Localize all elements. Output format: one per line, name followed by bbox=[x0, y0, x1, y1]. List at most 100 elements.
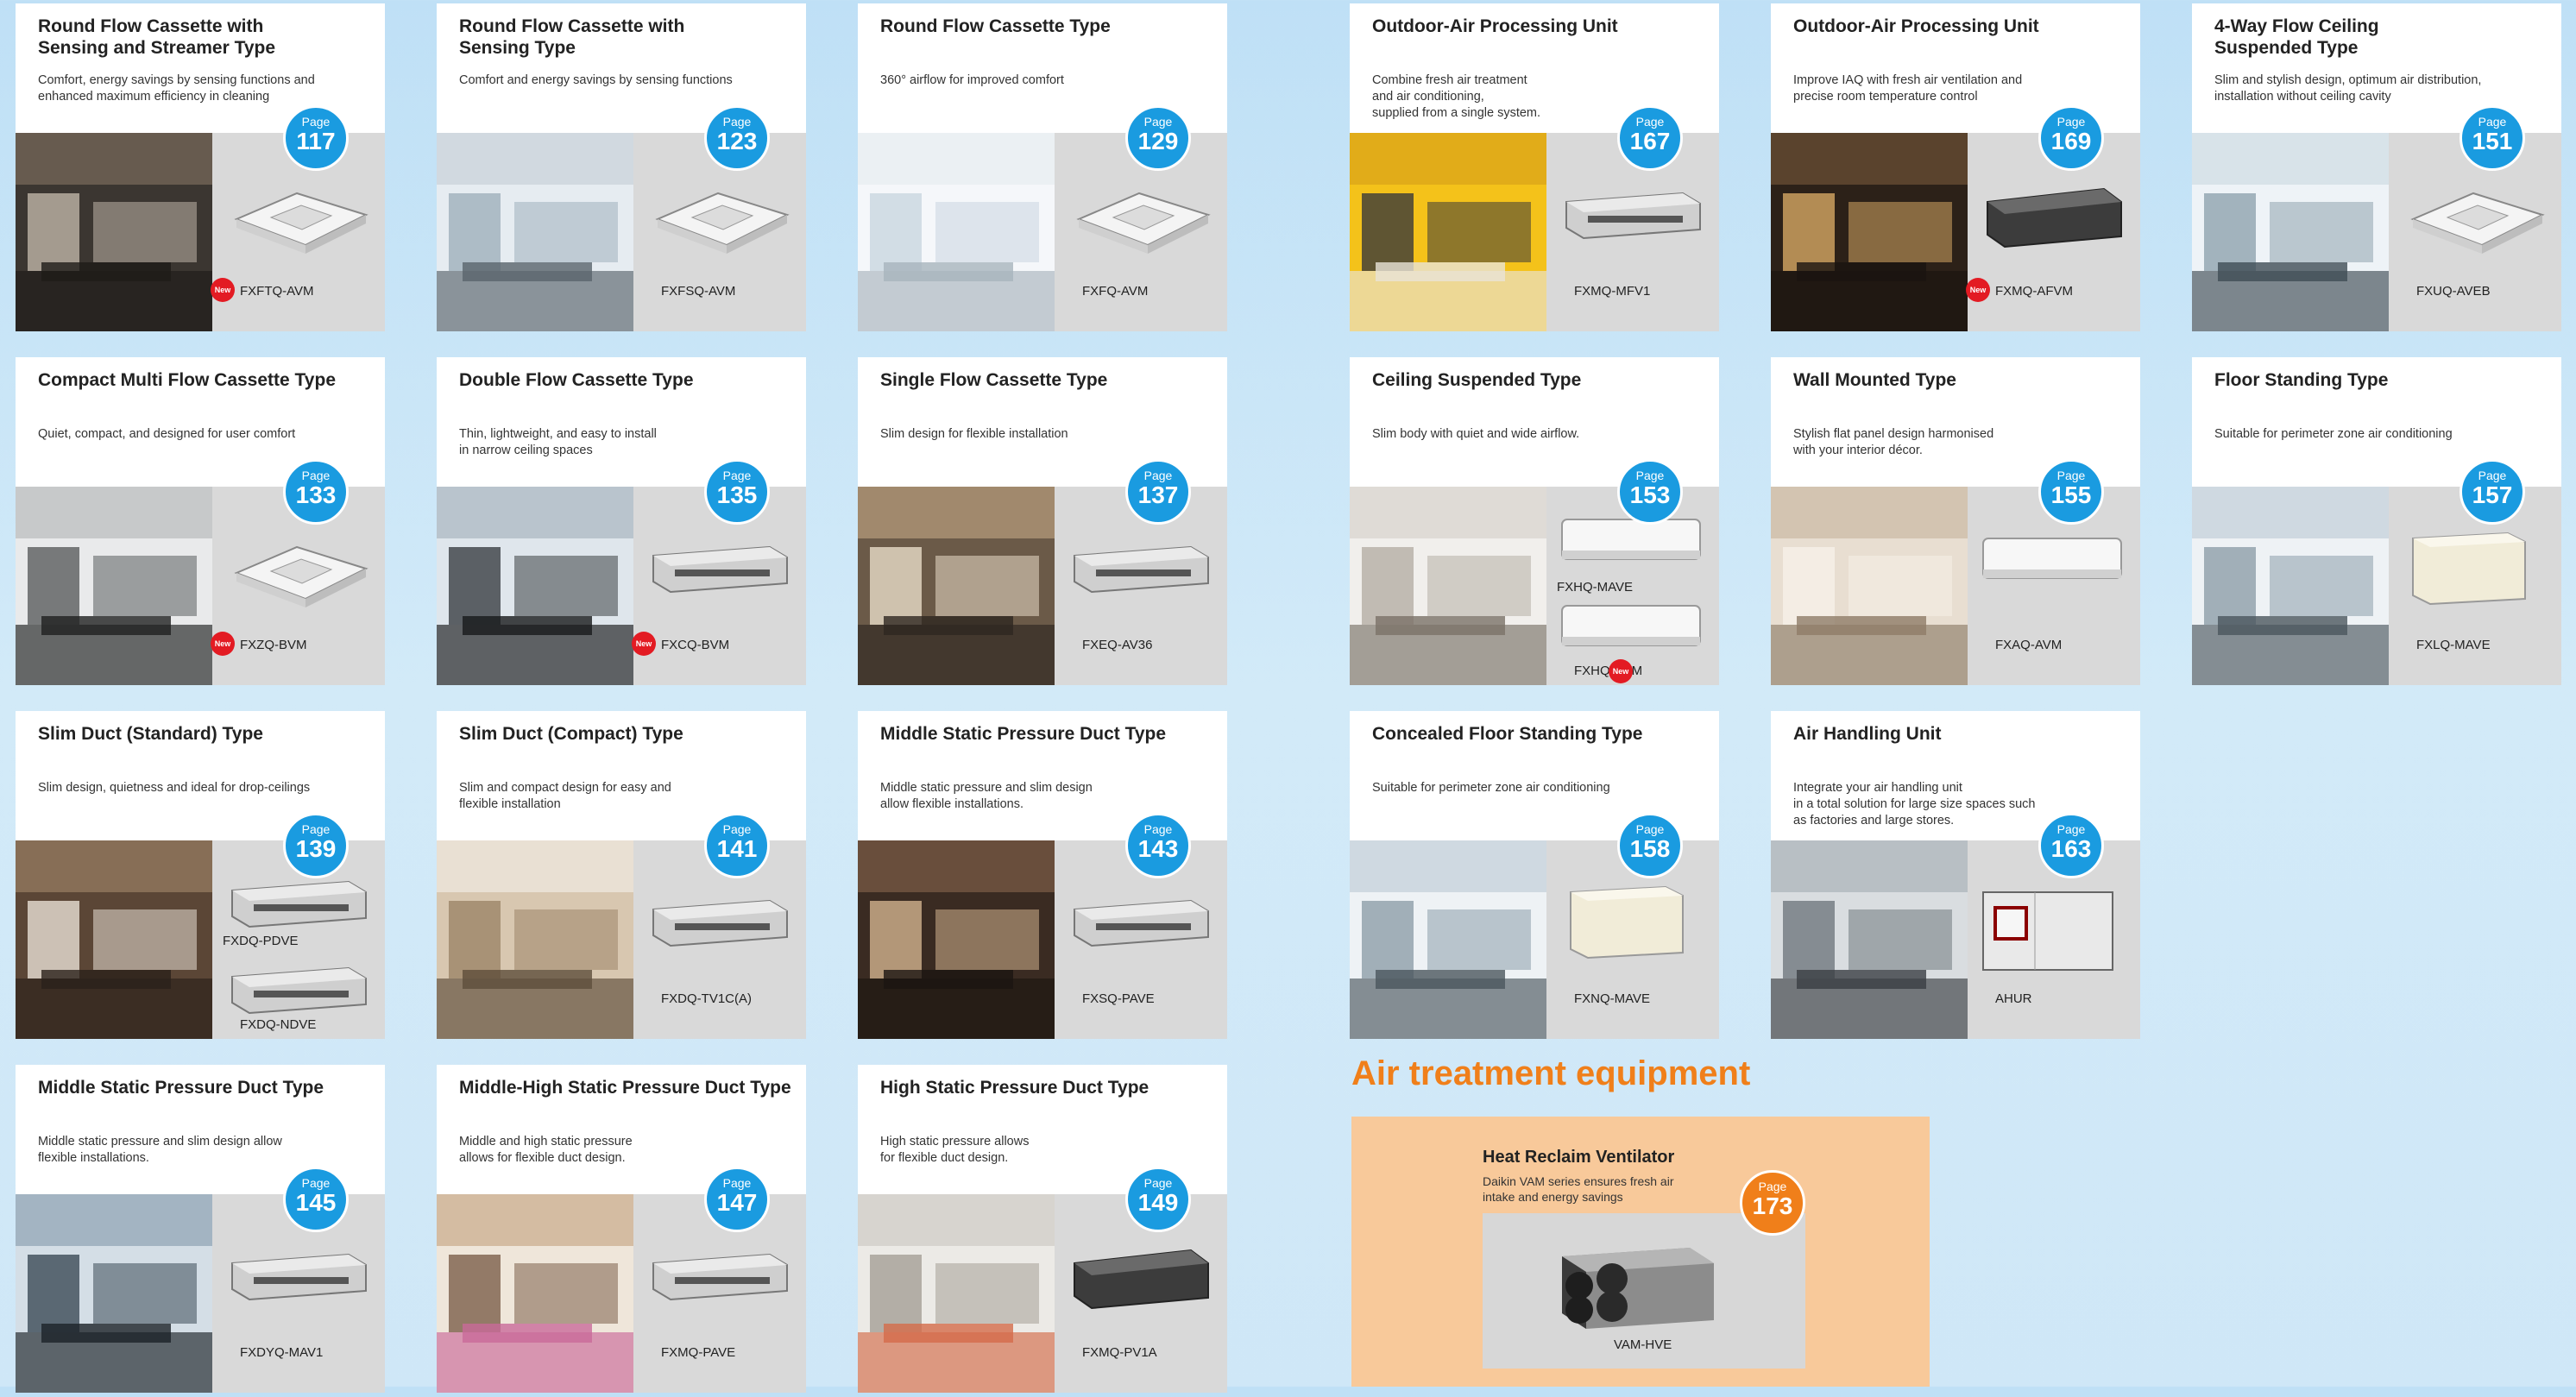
page-label: Page bbox=[722, 822, 752, 836]
page-badge[interactable]: Page 155 bbox=[2038, 459, 2104, 525]
page-badge[interactable]: Page 173 bbox=[1740, 1170, 1805, 1236]
page-badge[interactable]: Page 153 bbox=[1617, 459, 1683, 525]
installation-photo bbox=[1771, 840, 1968, 1039]
model-name: FXDYQ-MAV1 bbox=[240, 1345, 324, 1360]
product-unit-image bbox=[640, 875, 796, 957]
page-label: Page bbox=[1635, 822, 1665, 836]
page-badge[interactable]: Page 158 bbox=[1617, 813, 1683, 878]
product-card[interactable]: 4-Way Flow Ceiling Suspended Type Slim a… bbox=[2192, 3, 2561, 331]
new-badge: New bbox=[211, 278, 235, 302]
installation-photo bbox=[858, 487, 1055, 685]
page-label: Page bbox=[2056, 115, 2086, 129]
page-number: 141 bbox=[716, 835, 758, 862]
card-title: Slim Duct (Standard) Type bbox=[38, 724, 263, 744]
product-card[interactable]: High Static Pressure Duct Type High stat… bbox=[858, 1065, 1227, 1393]
model-name: FXAQ-AVM bbox=[1995, 638, 2063, 652]
page-number: 151 bbox=[2472, 128, 2513, 154]
page-badge[interactable]: Page 167 bbox=[1617, 105, 1683, 171]
product-card[interactable]: Double Flow Cassette Type Thin, lightwei… bbox=[437, 357, 806, 685]
card-title: Compact Multi Flow Cassette Type bbox=[38, 370, 336, 390]
new-badge: New bbox=[632, 632, 656, 656]
product-card[interactable]: Middle-High Static Pressure Duct Type Mi… bbox=[437, 1065, 806, 1393]
model-name: FXFSQ-AVM bbox=[661, 284, 736, 299]
model-name: FXDQ-TV1C(A) bbox=[661, 991, 752, 1006]
model-name: FXEQ-AV36 bbox=[1082, 638, 1153, 652]
product-card[interactable]: Air Handling Unit Integrate your air han… bbox=[1771, 711, 2140, 1039]
product-card[interactable]: Concealed Floor Standing Type Suitable f… bbox=[1350, 711, 1719, 1039]
model-name: FXFTQ-AVM bbox=[240, 284, 314, 299]
product-card[interactable]: Middle Static Pressure Duct Type Middle … bbox=[858, 711, 1227, 1039]
card-description: Middle static pressure and slim design a… bbox=[38, 1135, 282, 1165]
page-badge[interactable]: Page 129 bbox=[1125, 105, 1191, 171]
model-name: FXHQ-MAVE bbox=[1557, 580, 1634, 595]
product-card[interactable]: Round Flow Cassette with Sensing Type Co… bbox=[437, 3, 806, 331]
card-description: Comfort and energy savings by sensing fu… bbox=[459, 73, 733, 87]
card-title: Wall Mounted Type bbox=[1793, 370, 1956, 390]
page-number: 135 bbox=[716, 481, 758, 508]
card-description: Daikin VAM series ensures fresh air inta… bbox=[1483, 1174, 1674, 1204]
page-badge[interactable]: Page 135 bbox=[704, 459, 770, 525]
installation-photo bbox=[437, 1194, 633, 1393]
product-card[interactable]: Slim Duct (Compact) Type Slim and compac… bbox=[437, 711, 806, 1039]
card-title: Round Flow Cassette with Sensing Type bbox=[459, 16, 685, 58]
page-number: 157 bbox=[2472, 481, 2513, 508]
product-card[interactable]: Floor Standing Type Suitable for perimet… bbox=[2192, 357, 2561, 685]
card-description: High static pressure allows for flexible… bbox=[880, 1135, 1030, 1165]
product-card[interactable]: Slim Duct (Standard) Type Slim design, q… bbox=[16, 711, 385, 1039]
page-number: 117 bbox=[296, 128, 336, 154]
heat-reclaim-ventilator-card[interactable]: Heat Reclaim Ventilator Daikin VAM serie… bbox=[1351, 1117, 1930, 1387]
card-title: Concealed Floor Standing Type bbox=[1372, 724, 1643, 744]
page-number: 167 bbox=[1629, 128, 1671, 154]
card-description: Thin, lightweight, and easy to install i… bbox=[459, 427, 657, 457]
page-number: 139 bbox=[295, 835, 337, 862]
page-badge[interactable]: Page 117 bbox=[283, 105, 349, 171]
page-badge[interactable]: Page 147 bbox=[704, 1167, 770, 1232]
product-unit-image bbox=[219, 521, 375, 620]
page-badge[interactable]: Page 139 bbox=[283, 813, 349, 878]
product-card[interactable]: Compact Multi Flow Cassette Type Quiet, … bbox=[16, 357, 385, 685]
card-title: Round Flow Cassette with Sensing and Str… bbox=[38, 16, 276, 58]
product-unit-image bbox=[2396, 521, 2534, 612]
page-label: Page bbox=[1143, 469, 1173, 482]
product-card[interactable]: Single Flow Cassette Type Slim design fo… bbox=[858, 357, 1227, 685]
page-label: Page bbox=[1143, 822, 1173, 836]
installation-photo bbox=[16, 133, 212, 331]
page-badge[interactable]: Page 143 bbox=[1125, 813, 1191, 878]
product-card[interactable]: Outdoor-Air Processing Unit Improve IAQ … bbox=[1771, 3, 2140, 331]
page-badge[interactable]: Page 133 bbox=[283, 459, 349, 525]
product-unit-image bbox=[1553, 167, 1709, 249]
product-card[interactable]: Round Flow Cassette Type 360° airflow fo… bbox=[858, 3, 1227, 331]
page-label: Page bbox=[2056, 822, 2086, 836]
installation-photo bbox=[858, 840, 1055, 1039]
card-title: Slim Duct (Compact) Type bbox=[459, 724, 683, 744]
page-label: Page bbox=[1635, 469, 1665, 482]
product-card[interactable]: Wall Mounted Type Stylish flat panel des… bbox=[1771, 357, 2140, 685]
card-title: Air Handling Unit bbox=[1793, 724, 1942, 744]
page-badge[interactable]: Page 151 bbox=[2459, 105, 2525, 171]
page-badge[interactable]: Page 149 bbox=[1125, 1167, 1191, 1232]
model-name: AHUR bbox=[1995, 991, 2032, 1006]
page-label: Page bbox=[722, 115, 752, 129]
new-badge: New bbox=[1966, 278, 1990, 302]
page-badge[interactable]: Page 145 bbox=[283, 1167, 349, 1232]
product-card[interactable]: Round Flow Cassette with Sensing and Str… bbox=[16, 3, 385, 331]
page-badge[interactable]: Page 169 bbox=[2038, 105, 2104, 171]
page-label: Page bbox=[1143, 115, 1173, 129]
page-badge[interactable]: Page 137 bbox=[1125, 459, 1191, 525]
product-card[interactable]: Ceiling Suspended Type Slim body with qu… bbox=[1350, 357, 1719, 685]
product-card[interactable]: Outdoor-Air Processing Unit Combine fres… bbox=[1350, 3, 1719, 331]
product-unit-image bbox=[1975, 875, 2130, 983]
page-label: Page bbox=[2056, 469, 2086, 482]
card-description: Stylish flat panel design harmonised wit… bbox=[1793, 427, 1994, 457]
page-number: 123 bbox=[716, 128, 758, 154]
page-badge[interactable]: Page 163 bbox=[2038, 813, 2104, 878]
product-unit-image bbox=[219, 1229, 375, 1311]
page-number: 155 bbox=[2050, 481, 2092, 508]
installation-photo bbox=[16, 487, 212, 685]
product-card[interactable]: Middle Static Pressure Duct Type Middle … bbox=[16, 1065, 385, 1393]
page-badge[interactable]: Page 123 bbox=[704, 105, 770, 171]
page-badge[interactable]: Page 157 bbox=[2459, 459, 2525, 525]
page-number: 147 bbox=[716, 1189, 758, 1216]
card-description: Slim and stylish design, optimum air dis… bbox=[2214, 73, 2482, 104]
page-badge[interactable]: Page 141 bbox=[704, 813, 770, 878]
